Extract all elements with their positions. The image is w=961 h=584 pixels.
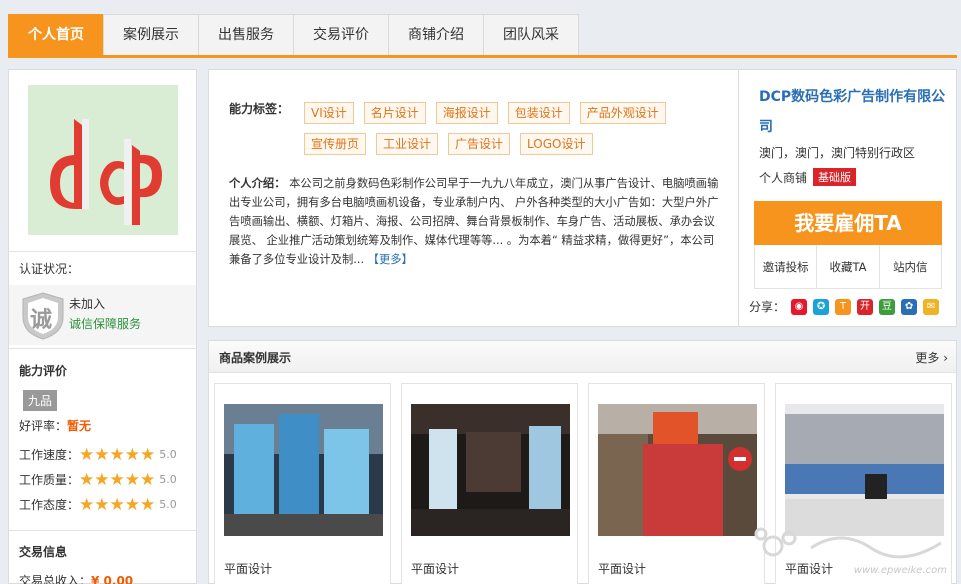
more-label: 更多	[915, 351, 940, 365]
cert-status: 未加入	[69, 297, 106, 311]
rating-label: 工作质量：	[19, 473, 80, 487]
share-row: 分享： ◉ ✪ T 开 豆 ✿ ✉	[749, 298, 940, 315]
ability-tag[interactable]: 产品外观设计	[579, 102, 666, 124]
intro-label: 个人介绍：	[229, 177, 286, 190]
weibo-icon[interactable]: ◉	[791, 298, 808, 315]
divider	[9, 530, 196, 531]
product-image[interactable]	[224, 404, 383, 536]
grade-badge: 九品	[23, 390, 58, 411]
renren-icon[interactable]: ✿	[901, 298, 918, 315]
company-location: 澳门，澳门，澳门特别行政区	[759, 146, 916, 160]
star-icon: ★★★★★	[79, 444, 156, 465]
chevron-right-icon: ›	[943, 351, 948, 365]
ability-tag[interactable]: 广告设计	[448, 133, 511, 155]
top-nav: 个人首页 案例展示 出售服务 交易评价 商铺介绍 团队风采	[8, 14, 579, 56]
products-more-link[interactable]: 更多 ›	[915, 349, 948, 366]
ability-tag[interactable]: 包装设计	[507, 102, 570, 124]
ability-tag[interactable]: VI设计	[304, 102, 354, 124]
tab-reviews[interactable]: 交易评价	[293, 14, 389, 56]
shield-char: 诚	[30, 308, 53, 333]
income-value: ¥ 0.00	[91, 573, 134, 584]
ability-tag[interactable]: LOGO设计	[520, 133, 593, 155]
rating-label: 工作速度：	[19, 448, 80, 462]
ability-title: 能力评价	[19, 364, 68, 378]
star-icon: ★★★★★	[79, 494, 156, 515]
invite-bid-button[interactable]: 邀请投标	[755, 245, 818, 288]
product-image[interactable]	[785, 404, 944, 536]
product-image[interactable]	[411, 404, 570, 536]
ability-tag[interactable]: 宣传册页	[304, 133, 367, 155]
shield-icon: 诚	[19, 291, 67, 341]
product-label[interactable]: 平面设计	[224, 560, 272, 577]
cert-row: 诚 未加入 诚信保障服务	[9, 285, 196, 345]
tab-team[interactable]: 团队风采	[483, 14, 579, 56]
company-logo[interactable]	[28, 85, 178, 235]
trade-income: 交易总收入： ¥ 0.00	[19, 572, 133, 584]
star-icon: ★★★★★	[79, 469, 156, 490]
rating-label: 工作态度：	[19, 498, 80, 512]
watermark-url: www.epweike.com	[853, 565, 947, 576]
products-header: 商品案例展示 更多 ›	[209, 341, 956, 373]
shop-type-row: 个人商铺 基础版	[759, 168, 857, 186]
rating-score: 5.0	[159, 498, 177, 511]
product-image[interactable]	[598, 404, 757, 536]
praise-rate: 好评率： 暂无	[19, 417, 91, 434]
products-title: 商品案例展示	[219, 351, 292, 365]
divider	[9, 251, 196, 252]
company-panel: DCP数码色彩广告制作有限公司 澳门，澳门，澳门特别行政区 个人商铺 基础版 我…	[738, 69, 957, 327]
action-row: 邀请投标 收藏TA 站内信	[754, 245, 942, 289]
rating-score: 5.0	[159, 473, 177, 486]
cert-service-link[interactable]: 诚信保障服务	[69, 315, 141, 332]
rating-quality: 工作质量： ★★★★★ 5.0	[19, 471, 177, 488]
site-watermark: www.epweike.com	[751, 518, 951, 578]
share-label: 分享：	[749, 300, 786, 314]
company-name[interactable]: DCP数码色彩广告制作有限公司	[759, 82, 949, 142]
tab-shop-intro[interactable]: 商铺介绍	[388, 14, 484, 56]
product-label[interactable]: 平面设计	[598, 560, 646, 577]
ability-tag[interactable]: 工业设计	[376, 133, 439, 155]
tab-cases[interactable]: 案例展示	[103, 14, 199, 56]
product-card[interactable]: 平面设计	[401, 383, 578, 584]
shop-type: 个人商铺	[759, 170, 808, 185]
left-sidebar: 认证状况： 诚 未加入 诚信保障服务 能力评价 九品 好评率： 暂无 工作速度：…	[8, 69, 197, 584]
douban-icon[interactable]: 豆	[879, 298, 896, 315]
profile-info-panel: 能力标签： VI设计 名片设计 海报设计 包装设计 产品外观设计 宣传册页 工业…	[208, 69, 738, 327]
product-card[interactable]: 平面设计	[588, 383, 765, 584]
praise-value: 暂无	[67, 419, 92, 433]
ability-tag[interactable]: 名片设计	[363, 102, 426, 124]
tab-home[interactable]: 个人首页	[8, 14, 104, 56]
nav-underline	[8, 55, 957, 58]
praise-label: 好评率：	[19, 419, 68, 433]
rating-attitude: 工作态度： ★★★★★ 5.0	[19, 496, 177, 513]
ability-tags: VI设计 名片设计 海报设计 包装设计 产品外观设计 宣传册页 工业设计 广告设…	[304, 102, 704, 164]
hire-button[interactable]: 我要雇佣TA	[754, 201, 942, 245]
message-button[interactable]: 站内信	[880, 245, 941, 288]
plan-badge: 基础版	[813, 168, 857, 186]
trade-title: 交易信息	[19, 545, 68, 559]
ability-tag[interactable]: 海报设计	[435, 102, 498, 124]
divider	[9, 348, 196, 349]
share-more-icon[interactable]: ✉	[923, 298, 940, 315]
rating-score: 5.0	[159, 448, 177, 461]
product-card[interactable]: 平面设计	[214, 383, 391, 584]
kaixin-icon[interactable]: 开	[857, 298, 874, 315]
cert-label: 认证状况：	[19, 262, 80, 276]
rating-speed: 工作速度： ★★★★★ 5.0	[19, 446, 177, 463]
income-label: 交易总收入：	[19, 574, 92, 584]
qzone-icon[interactable]: ✪	[813, 298, 830, 315]
ability-tags-label: 能力标签：	[229, 102, 290, 116]
tencent-weibo-icon[interactable]: T	[835, 298, 852, 315]
intro-text: 本公司之前身数码色彩制作公司早于一九九八年成立，澳门从事广告设计、电脑喷画输出专…	[229, 177, 719, 266]
favorite-button[interactable]: 收藏TA	[817, 245, 880, 288]
product-label[interactable]: 平面设计	[411, 560, 459, 577]
tab-services[interactable]: 出售服务	[198, 14, 294, 56]
personal-intro: 个人介绍： 本公司之前身数码色彩制作公司早于一九九八年成立，澳门从事广告设计、电…	[229, 174, 719, 269]
intro-more-link[interactable]: 【更多】	[368, 253, 413, 266]
